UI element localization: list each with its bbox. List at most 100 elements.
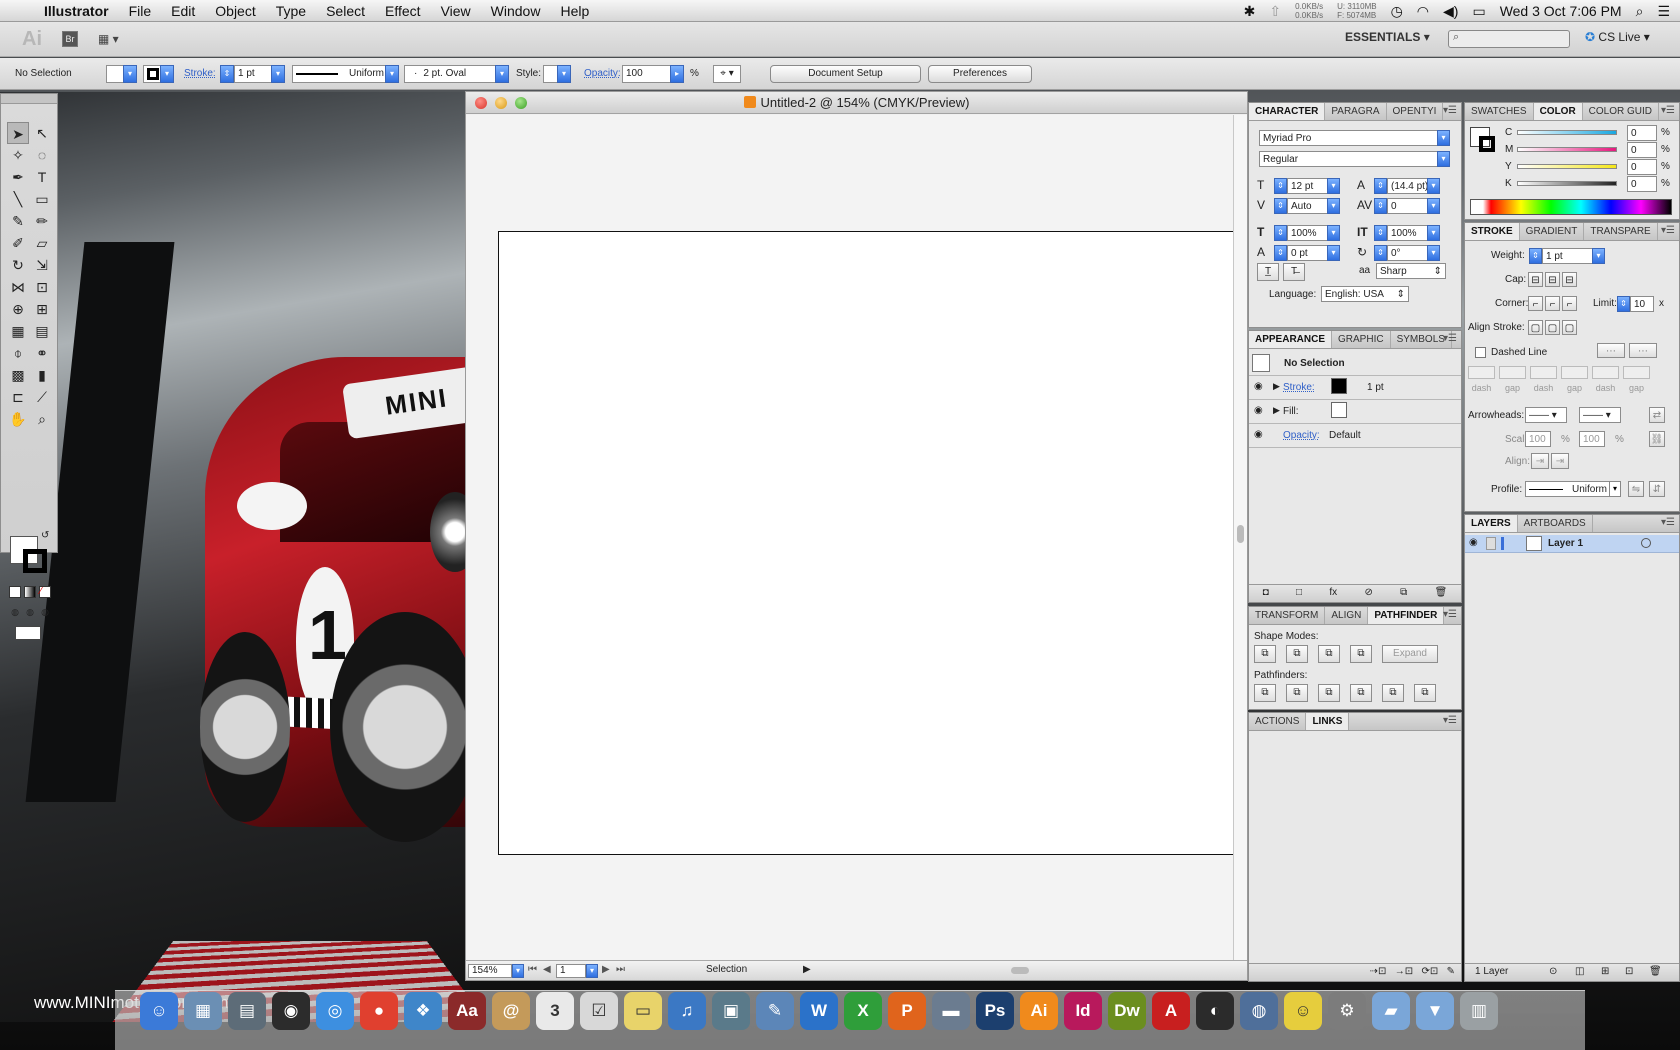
indesign-icon[interactable]: Id <box>1064 992 1102 1030</box>
type-tool-icon[interactable]: T <box>31 166 53 188</box>
panel-menu-icon[interactable]: ▾☰ <box>1443 715 1457 726</box>
tab-links[interactable]: LINKS <box>1306 713 1350 730</box>
chrome-icon[interactable]: ● <box>360 992 398 1030</box>
delete-layer-icon[interactable]: 🗑 <box>1649 964 1662 980</box>
artboard[interactable] <box>498 231 1235 855</box>
column-graph-tool-icon[interactable]: ▮ <box>31 364 53 386</box>
cyan-field[interactable]: 0 <box>1627 125 1657 141</box>
preferences-button[interactable]: Preferences <box>928 65 1032 83</box>
menu-edit[interactable]: Edit <box>161 3 205 19</box>
menu-object[interactable]: Object <box>205 3 265 19</box>
variable-width-profile[interactable]: Uniform <box>292 65 388 83</box>
gear-status-icon[interactable]: ✱ <box>1244 3 1256 20</box>
align-inside-button[interactable]: ▢ <box>1545 320 1560 335</box>
create-sublayer-icon[interactable]: ⊞ <box>1601 964 1609 980</box>
outline-button[interactable]: ⧉ <box>1382 684 1404 702</box>
add-new-fill-icon[interactable]: □ <box>1296 585 1302 602</box>
panel-menu-icon[interactable]: ▾☰ <box>1443 105 1457 116</box>
acrobat-icon[interactable]: A <box>1152 992 1190 1030</box>
exclude-button[interactable]: ⧉ <box>1350 645 1372 663</box>
link-scale-button[interactable]: ⛓ <box>1649 431 1665 447</box>
flip-along-button[interactable]: ⇋ <box>1628 481 1644 497</box>
tab-transparency[interactable]: TRANSPARE <box>1584 223 1658 240</box>
menu-file[interactable]: File <box>119 3 162 19</box>
select-similar-button[interactable]: ⌖ ▾ <box>713 65 741 83</box>
screen-mode-icon[interactable] <box>15 626 41 640</box>
minus-back-button[interactable]: ⧉ <box>1414 684 1436 702</box>
gap-field-3[interactable] <box>1623 366 1650 379</box>
profile-select[interactable]: Uniform <box>1525 481 1611 497</box>
arrow-extend-button[interactable]: ⇥ <box>1531 453 1549 469</box>
zoom-dropdown[interactable]: ▾ <box>512 964 524 978</box>
slice-tool-icon[interactable]: ⟋ <box>31 386 53 408</box>
round-join-button[interactable]: ⌐ <box>1545 296 1560 311</box>
artboard-number-field[interactable]: 1 <box>556 964 586 978</box>
folder-icon[interactable]: ▰ <box>1372 992 1410 1030</box>
black-field[interactable]: 0 <box>1627 176 1657 192</box>
align-dash-button[interactable]: ⋯ <box>1629 343 1657 358</box>
font-size-field[interactable]: 12 pt <box>1287 178 1329 194</box>
tab-actions[interactable]: ACTIONS <box>1249 713 1307 730</box>
magenta-slider[interactable] <box>1517 147 1617 152</box>
baseline-shift-field[interactable]: 0 pt <box>1287 245 1329 261</box>
vertical-scale-stepper[interactable]: ⇕ <box>1274 225 1287 241</box>
relink-icon[interactable]: ⇢⊡ <box>1370 966 1387 977</box>
bevel-join-button[interactable]: ⌐ <box>1562 296 1577 311</box>
horizontal-scale-stepper[interactable]: ⇕ <box>1374 225 1387 241</box>
tab-align[interactable]: ALIGN <box>1325 607 1369 624</box>
expand-button[interactable]: Expand <box>1382 645 1438 663</box>
stroke-swatch[interactable] <box>23 549 47 573</box>
last-artboard-button[interactable]: ⏭ <box>616 964 625 975</box>
tab-transform[interactable]: TRANSFORM <box>1249 607 1326 624</box>
ichat-icon[interactable]: ❖ <box>404 992 442 1030</box>
none-mode-icon[interactable]: ⁄ <box>39 586 51 598</box>
trim-button[interactable]: ⧉ <box>1286 684 1308 702</box>
eyedropper-tool-icon[interactable]: ⌽ <box>7 342 29 364</box>
locate-object-icon[interactable]: ⊙ <box>1549 964 1557 980</box>
divide-button[interactable]: ⧉ <box>1254 684 1276 702</box>
opacity-field[interactable]: 100 <box>622 65 672 83</box>
draw-inside-icon[interactable]: ◍ <box>39 606 51 618</box>
intersect-button[interactable]: ⧉ <box>1318 645 1340 663</box>
width-tool-icon[interactable]: ⋈ <box>7 276 29 298</box>
stroke-weight-dropdown[interactable]: ▾ <box>271 65 285 83</box>
volume-icon[interactable]: ◀) <box>1443 3 1458 20</box>
color-spectrum-bar[interactable] <box>1470 199 1672 215</box>
fill-dropdown[interactable]: ▾ <box>123 65 137 83</box>
end-arrowhead-select[interactable]: —— ▾ <box>1579 407 1621 423</box>
swap-arrowheads-button[interactable]: ⇄ <box>1649 407 1665 423</box>
cyan-slider[interactable] <box>1517 130 1617 135</box>
line-segment-tool-icon[interactable]: ╲ <box>7 188 29 210</box>
tab-graphic-styles[interactable]: GRAPHIC <box>1332 331 1391 348</box>
free-transform-tool-icon[interactable]: ⊡ <box>31 276 53 298</box>
panel-menu-icon[interactable]: ▾☰ <box>1443 609 1457 620</box>
tab-color-guide[interactable]: COLOR GUID <box>1583 103 1660 120</box>
miter-join-button[interactable]: ⌐ <box>1528 296 1543 311</box>
tracking-stepper[interactable]: ⇕ <box>1374 198 1387 214</box>
menu-effect[interactable]: Effect <box>375 3 431 19</box>
kerning-dropdown[interactable]: ▾ <box>1327 198 1340 214</box>
font-size-stepper[interactable]: ⇕ <box>1274 178 1287 194</box>
black-slider[interactable] <box>1517 181 1617 186</box>
notes-icon[interactable]: ☺ <box>1284 992 1322 1030</box>
limit-stepper[interactable]: ⇕ <box>1617 296 1630 312</box>
color-mode-icon[interactable] <box>9 586 21 598</box>
panel-menu-icon[interactable]: ▾☰ <box>1661 105 1675 116</box>
panel-menu-icon[interactable]: ▾☰ <box>1443 333 1457 344</box>
start-arrowhead-select[interactable]: —— ▾ <box>1525 407 1567 423</box>
photo-booth-icon[interactable]: ◍ <box>1240 992 1278 1030</box>
panel-menu-icon[interactable]: ▾☰ <box>1661 517 1675 528</box>
artboard-tool-icon[interactable]: ⊏ <box>7 386 29 408</box>
style-dropdown[interactable]: ▾ <box>557 65 571 83</box>
visibility-eye-icon[interactable]: ◉ <box>1254 381 1263 392</box>
appearance-stroke-swatch[interactable] <box>1331 378 1347 394</box>
add-effect-icon[interactable]: fx <box>1329 585 1337 602</box>
weight-stepper[interactable]: ⇕ <box>1529 248 1542 264</box>
unite-button[interactable]: ⧉ <box>1254 645 1276 663</box>
lasso-tool-icon[interactable]: ◌ <box>31 144 53 166</box>
appearance-stroke-weight[interactable]: 1 pt <box>1367 382 1384 393</box>
color-stroke-swatch[interactable] <box>1479 136 1495 152</box>
mail-icon[interactable]: @ <box>492 992 530 1030</box>
zoom-tool-icon[interactable]: ⌕ <box>31 408 53 430</box>
mesh-tool-icon[interactable]: ▦ <box>7 320 29 342</box>
